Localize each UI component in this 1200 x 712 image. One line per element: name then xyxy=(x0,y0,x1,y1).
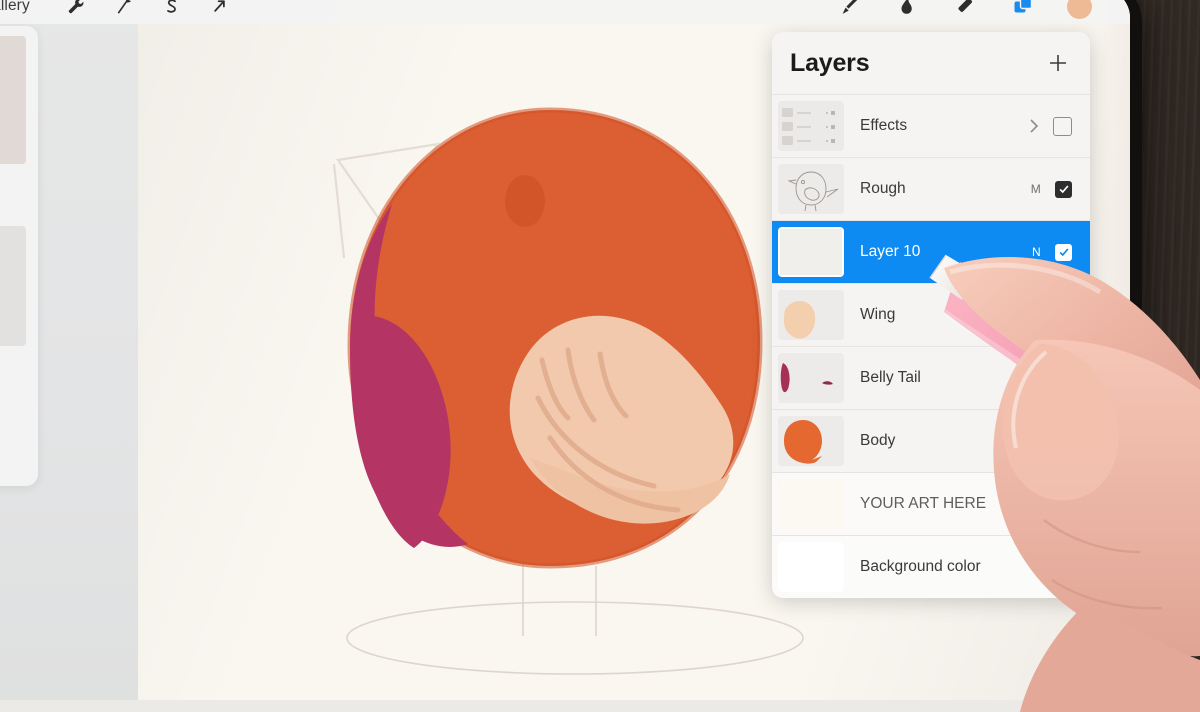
screenshot-root: Layers Effects Rough M Layer 10 N Wing B… xyxy=(0,0,1200,712)
reference-window[interactable] xyxy=(0,26,38,486)
body-thumbnail xyxy=(778,416,844,466)
belly-tail-thumbnail xyxy=(778,353,844,403)
adjustments-wand-icon[interactable] xyxy=(100,0,148,23)
layer-blend-mode-layer-10[interactable]: N xyxy=(1032,245,1041,259)
paint-brush-icon[interactable] xyxy=(825,0,873,23)
layers-panel[interactable]: Layers Effects Rough M Layer 10 N Wing B… xyxy=(772,32,1090,598)
layer-name-belly-tail: Belly Tail xyxy=(860,369,921,386)
layer-thumbnail-effects[interactable] xyxy=(778,101,844,151)
layer-name-wing: Wing xyxy=(860,306,896,323)
layer-row-body[interactable]: Body xyxy=(772,409,1090,472)
layer-row-layer-10[interactable]: Layer 10 N xyxy=(772,220,1090,283)
toolbar-left-group: Gallery xyxy=(0,0,244,23)
layers-panel-title: Layers xyxy=(790,48,870,77)
cream-thumbnail xyxy=(778,479,844,529)
selection-s-icon[interactable] xyxy=(148,0,196,23)
ipad-screen: Layers Effects Rough M Layer 10 N Wing B… xyxy=(0,0,1130,712)
gallery-button[interactable]: Gallery xyxy=(0,0,30,15)
smudge-icon[interactable] xyxy=(883,0,931,23)
layer-blend-mode-rough[interactable]: M xyxy=(1031,182,1041,196)
top-toolbar: Gallery xyxy=(0,0,1130,24)
layer-name-layer-10: Layer 10 xyxy=(860,243,921,260)
layer-row-effects[interactable]: Effects xyxy=(772,94,1090,157)
wing-thumbnail xyxy=(778,290,844,340)
white-thumbnail xyxy=(778,542,844,592)
layer-row-rough[interactable]: Rough M xyxy=(772,157,1090,220)
toolbar-right-group xyxy=(825,0,1092,24)
layer-row-your-art-here[interactable]: YOUR ART HERE xyxy=(772,472,1090,535)
layer-name-rough: Rough xyxy=(860,180,906,197)
layer-visibility-checkbox-body[interactable] xyxy=(1055,432,1072,450)
layer-visibility-checkbox-background-color[interactable] xyxy=(1055,558,1072,576)
group-list-thumbnail xyxy=(778,101,844,151)
actions-wrench-icon[interactable] xyxy=(52,0,100,23)
color-swatch-button[interactable] xyxy=(1067,0,1092,19)
layer-name-effects: Effects xyxy=(860,117,908,134)
chevron-right-icon[interactable] xyxy=(1027,117,1041,135)
reference-thumbnail-bottom xyxy=(0,226,26,346)
bird-sketch-thumbnail xyxy=(778,164,844,214)
layer-name-background-color: Background color xyxy=(860,558,981,575)
layer-thumbnail-background-color[interactable] xyxy=(778,542,844,592)
transform-arrow-icon[interactable] xyxy=(196,0,244,23)
canvas-right-shadow xyxy=(1098,0,1130,700)
layer-row-background-color[interactable]: Background color xyxy=(772,535,1090,598)
layer-visibility-checkbox-wing[interactable] xyxy=(1055,306,1072,324)
layer-thumbnail-your-art-here[interactable] xyxy=(778,479,844,529)
layer-visibility-checkbox-belly-tail[interactable] xyxy=(1055,369,1072,387)
left-side-panel xyxy=(0,0,138,700)
layer-thumbnail-layer-10[interactable] xyxy=(778,227,844,277)
eraser-icon[interactable] xyxy=(941,0,989,23)
empty-layer-thumbnail xyxy=(780,229,842,275)
layer-name-body: Body xyxy=(860,432,896,449)
layer-visibility-checkbox-rough[interactable] xyxy=(1055,180,1072,198)
reference-thumbnail-top xyxy=(0,36,26,164)
layer-visibility-checkbox-layer-10[interactable] xyxy=(1055,243,1072,261)
layer-thumbnail-body[interactable] xyxy=(778,416,844,466)
layer-visibility-checkbox-your-art-here[interactable] xyxy=(1055,495,1072,513)
layers-panel-header: Layers xyxy=(772,32,1090,94)
layers-icon[interactable] xyxy=(999,0,1047,23)
layer-thumbnail-wing[interactable] xyxy=(778,290,844,340)
layer-thumbnail-belly-tail[interactable] xyxy=(778,353,844,403)
layer-row-wing[interactable]: Wing xyxy=(772,283,1090,346)
layer-name-your-art-here: YOUR ART HERE xyxy=(860,495,987,512)
layer-row-belly-tail[interactable]: Belly Tail xyxy=(772,346,1090,409)
add-layer-button[interactable] xyxy=(1046,51,1070,75)
layer-visibility-checkbox-effects[interactable] xyxy=(1053,116,1072,136)
layer-thumbnail-rough[interactable] xyxy=(778,164,844,214)
